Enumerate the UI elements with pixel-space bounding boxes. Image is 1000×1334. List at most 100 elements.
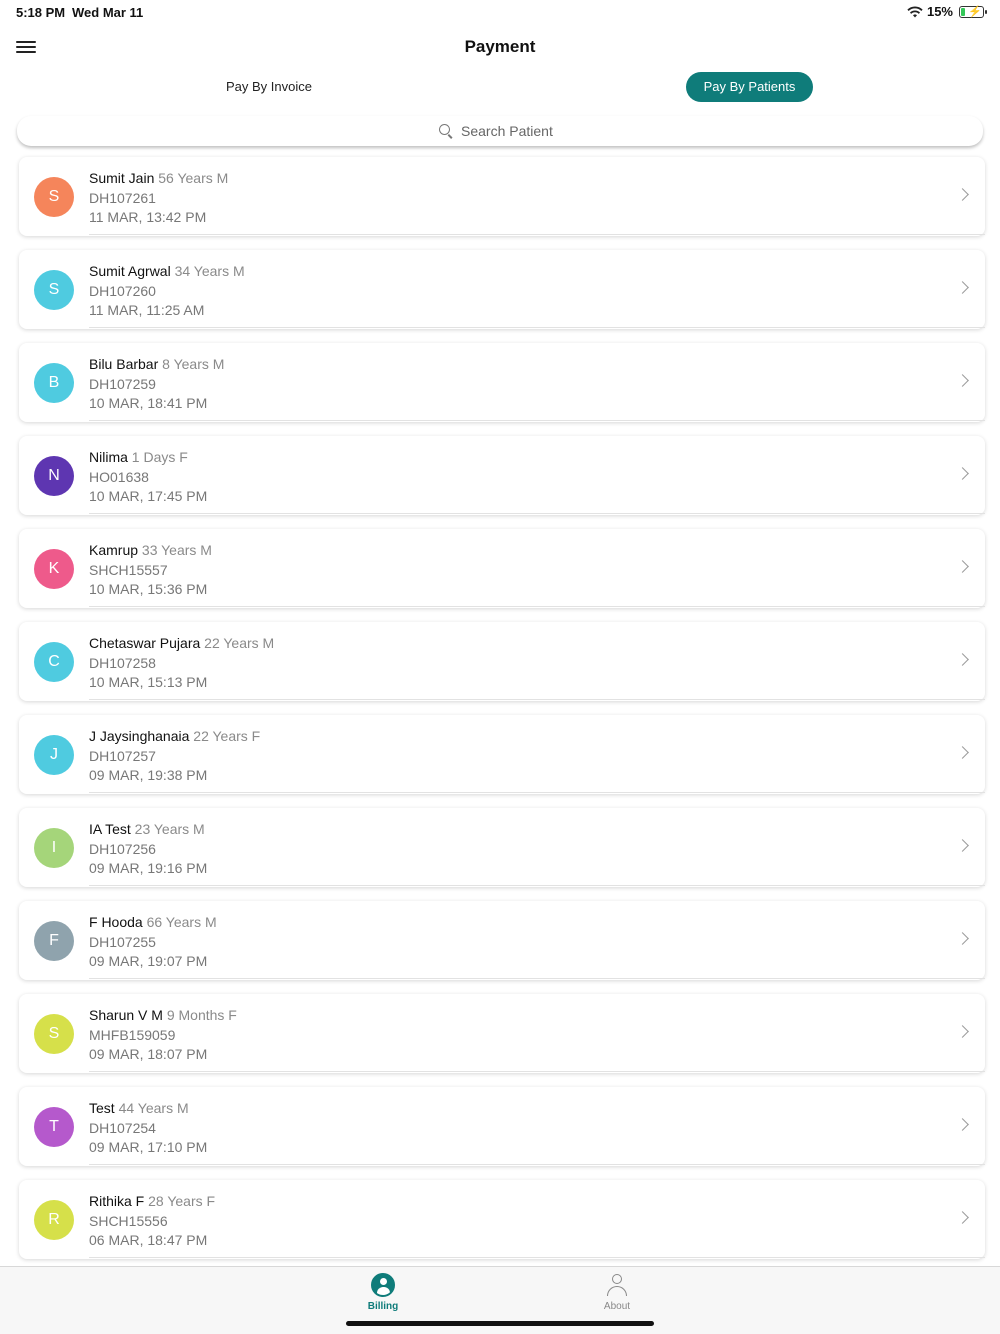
avatar: I xyxy=(34,828,74,868)
patient-id: DH107258 xyxy=(89,654,156,671)
avatar: N xyxy=(34,456,74,496)
chevron-right-icon xyxy=(956,746,969,759)
battery-icon: ⚡ xyxy=(959,5,987,18)
patient-card[interactable]: C Chetaswar Pujara 22 Years M DH107258 10 M… xyxy=(19,622,985,701)
patient-card[interactable]: S Sumit Agrwal 34 Years M DH107260 11 MAR, … xyxy=(19,250,985,329)
patient-info: Sumit Agrwal 34 Years M DH107260 11 MAR, 1… xyxy=(89,262,245,321)
patient-name: F Hooda xyxy=(89,914,143,930)
patient-datetime: 10 MAR, 15:36 PM xyxy=(89,581,208,597)
chevron-right-icon xyxy=(956,1118,969,1131)
chevron-right-icon xyxy=(956,1025,969,1038)
patient-id: DH107254 xyxy=(89,1119,156,1136)
payment-tabs: Pay By Invoice Pay By Patients xyxy=(0,72,1000,104)
nav-bar: Payment xyxy=(0,28,1000,68)
patient-card[interactable]: I IA Test 23 Years M DH107256 09 MAR, 19:16… xyxy=(19,808,985,887)
patient-name: Nilima xyxy=(89,449,128,465)
patient-name: J Jaysinghanaia xyxy=(89,728,190,744)
patient-card[interactable]: N Nilima 1 Days F HO01638 10 MAR, 17:45 PM xyxy=(19,436,985,515)
tab-about[interactable]: About xyxy=(577,1273,657,1312)
patient-datetime: 11 MAR, 11:25 AM xyxy=(89,302,205,318)
patient-datetime: 10 MAR, 15:13 PM xyxy=(89,674,208,690)
patient-id: SHCH15556 xyxy=(89,1212,168,1229)
patient-name: Rithika F xyxy=(89,1193,145,1209)
home-indicator xyxy=(346,1321,654,1326)
patient-age-gender: 56 Years M xyxy=(158,170,229,186)
patient-card[interactable]: R Rithika F 28 Years F SHCH15556 06 MAR, 18… xyxy=(19,1180,985,1259)
avatar: F xyxy=(34,921,74,961)
patient-name: Bilu Barbar xyxy=(89,356,159,372)
divider xyxy=(89,606,985,607)
chevron-right-icon xyxy=(956,188,969,201)
patient-id: DH107255 xyxy=(89,933,156,950)
patient-age-gender: 44 Years M xyxy=(118,1100,189,1116)
tab-pay-by-invoice[interactable]: Pay By Invoice xyxy=(196,72,342,102)
patient-info: Rithika F 28 Years F SHCH15556 06 MAR, 18:… xyxy=(89,1192,215,1251)
patient-age-gender: 22 Years F xyxy=(193,728,261,744)
patient-info: Nilima 1 Days F HO01638 10 MAR, 17:45 PM xyxy=(89,448,207,507)
chevron-right-icon xyxy=(956,1211,969,1224)
battery-percent: 15% xyxy=(926,4,953,19)
patient-name: Sharun V M xyxy=(89,1007,163,1023)
patient-list: S Sumit Jain 56 Years M DH107261 11 MAR, 13… xyxy=(19,157,985,1273)
tab-pay-by-patients[interactable]: Pay By Patients xyxy=(686,72,813,102)
patient-age-gender: 66 Years M xyxy=(146,914,217,930)
patient-card[interactable]: B Bilu Barbar 8 Years M DH107259 10 MAR, 18… xyxy=(19,343,985,422)
billing-icon xyxy=(371,1273,395,1297)
patient-id: SHCH15557 xyxy=(89,561,168,578)
patient-card[interactable]: K Kamrup 33 Years M SHCH15557 10 MAR, 15:36… xyxy=(19,529,985,608)
patient-datetime: 11 MAR, 13:42 PM xyxy=(89,209,207,225)
patient-card[interactable]: S Sumit Jain 56 Years M DH107261 11 MAR, 13… xyxy=(19,157,985,236)
tab-billing[interactable]: Billing xyxy=(343,1273,423,1312)
avatar: S xyxy=(34,270,74,310)
patient-age-gender: 1 Days F xyxy=(131,449,188,465)
patient-id: DH107256 xyxy=(89,840,156,857)
person-icon xyxy=(605,1273,629,1297)
wifi-icon xyxy=(907,6,923,17)
patient-datetime: 09 MAR, 19:07 PM xyxy=(89,953,208,969)
divider xyxy=(89,1257,985,1258)
patient-datetime: 10 MAR, 17:45 PM xyxy=(89,488,208,504)
chevron-right-icon xyxy=(956,467,969,480)
patient-id: DH107261 xyxy=(89,189,156,206)
patient-datetime: 10 MAR, 18:41 PM xyxy=(89,395,208,411)
avatar: K xyxy=(34,549,74,589)
patient-card[interactable]: F F Hooda 66 Years M DH107255 09 MAR, 19:07… xyxy=(19,901,985,980)
patient-name: Test xyxy=(89,1100,115,1116)
search-input[interactable] xyxy=(461,123,561,139)
chevron-right-icon xyxy=(956,932,969,945)
avatar: C xyxy=(34,642,74,682)
patient-info: IA Test 23 Years M DH107256 09 MAR, 19:16 … xyxy=(89,820,207,879)
divider xyxy=(89,978,985,979)
patient-datetime: 09 MAR, 17:10 PM xyxy=(89,1139,208,1155)
patient-datetime: 09 MAR, 19:16 PM xyxy=(89,860,208,876)
divider xyxy=(89,513,985,514)
avatar: R xyxy=(34,1200,74,1240)
status-right: 15% ⚡ xyxy=(907,4,987,19)
patient-datetime: 09 MAR, 18:07 PM xyxy=(89,1046,208,1062)
patient-age-gender: 9 Months F xyxy=(166,1007,237,1023)
patient-card[interactable]: T Test 44 Years M DH107254 09 MAR, 17:10 PM xyxy=(19,1087,985,1166)
patient-age-gender: 23 Years M xyxy=(134,821,205,837)
patient-name: Sumit Jain xyxy=(89,170,155,186)
divider xyxy=(89,885,985,886)
patient-card[interactable]: S Sharun V M 9 Months F MHFB159059 09 MAR, … xyxy=(19,994,985,1073)
chevron-right-icon xyxy=(956,281,969,294)
patient-id: DH107260 xyxy=(89,282,156,299)
patient-age-gender: 8 Years M xyxy=(162,356,225,372)
patient-card[interactable]: J J Jaysinghanaia 22 Years F DH107257 09 MA… xyxy=(19,715,985,794)
search-bar[interactable] xyxy=(17,116,983,146)
patient-info: J Jaysinghanaia 22 Years F DH107257 09 MAR… xyxy=(89,727,260,786)
patient-name: IA Test xyxy=(89,821,131,837)
patient-info: Kamrup 33 Years M SHCH15557 10 MAR, 15:36 … xyxy=(89,541,212,600)
divider xyxy=(89,420,985,421)
chevron-right-icon xyxy=(956,653,969,666)
avatar: T xyxy=(34,1107,74,1147)
chevron-right-icon xyxy=(956,560,969,573)
avatar: S xyxy=(34,177,74,217)
divider xyxy=(89,699,985,700)
patient-info: Chetaswar Pujara 22 Years M DH107258 10 MA… xyxy=(89,634,274,693)
chevron-right-icon xyxy=(956,839,969,852)
avatar: B xyxy=(34,363,74,403)
divider xyxy=(89,1071,985,1072)
divider xyxy=(89,792,985,793)
